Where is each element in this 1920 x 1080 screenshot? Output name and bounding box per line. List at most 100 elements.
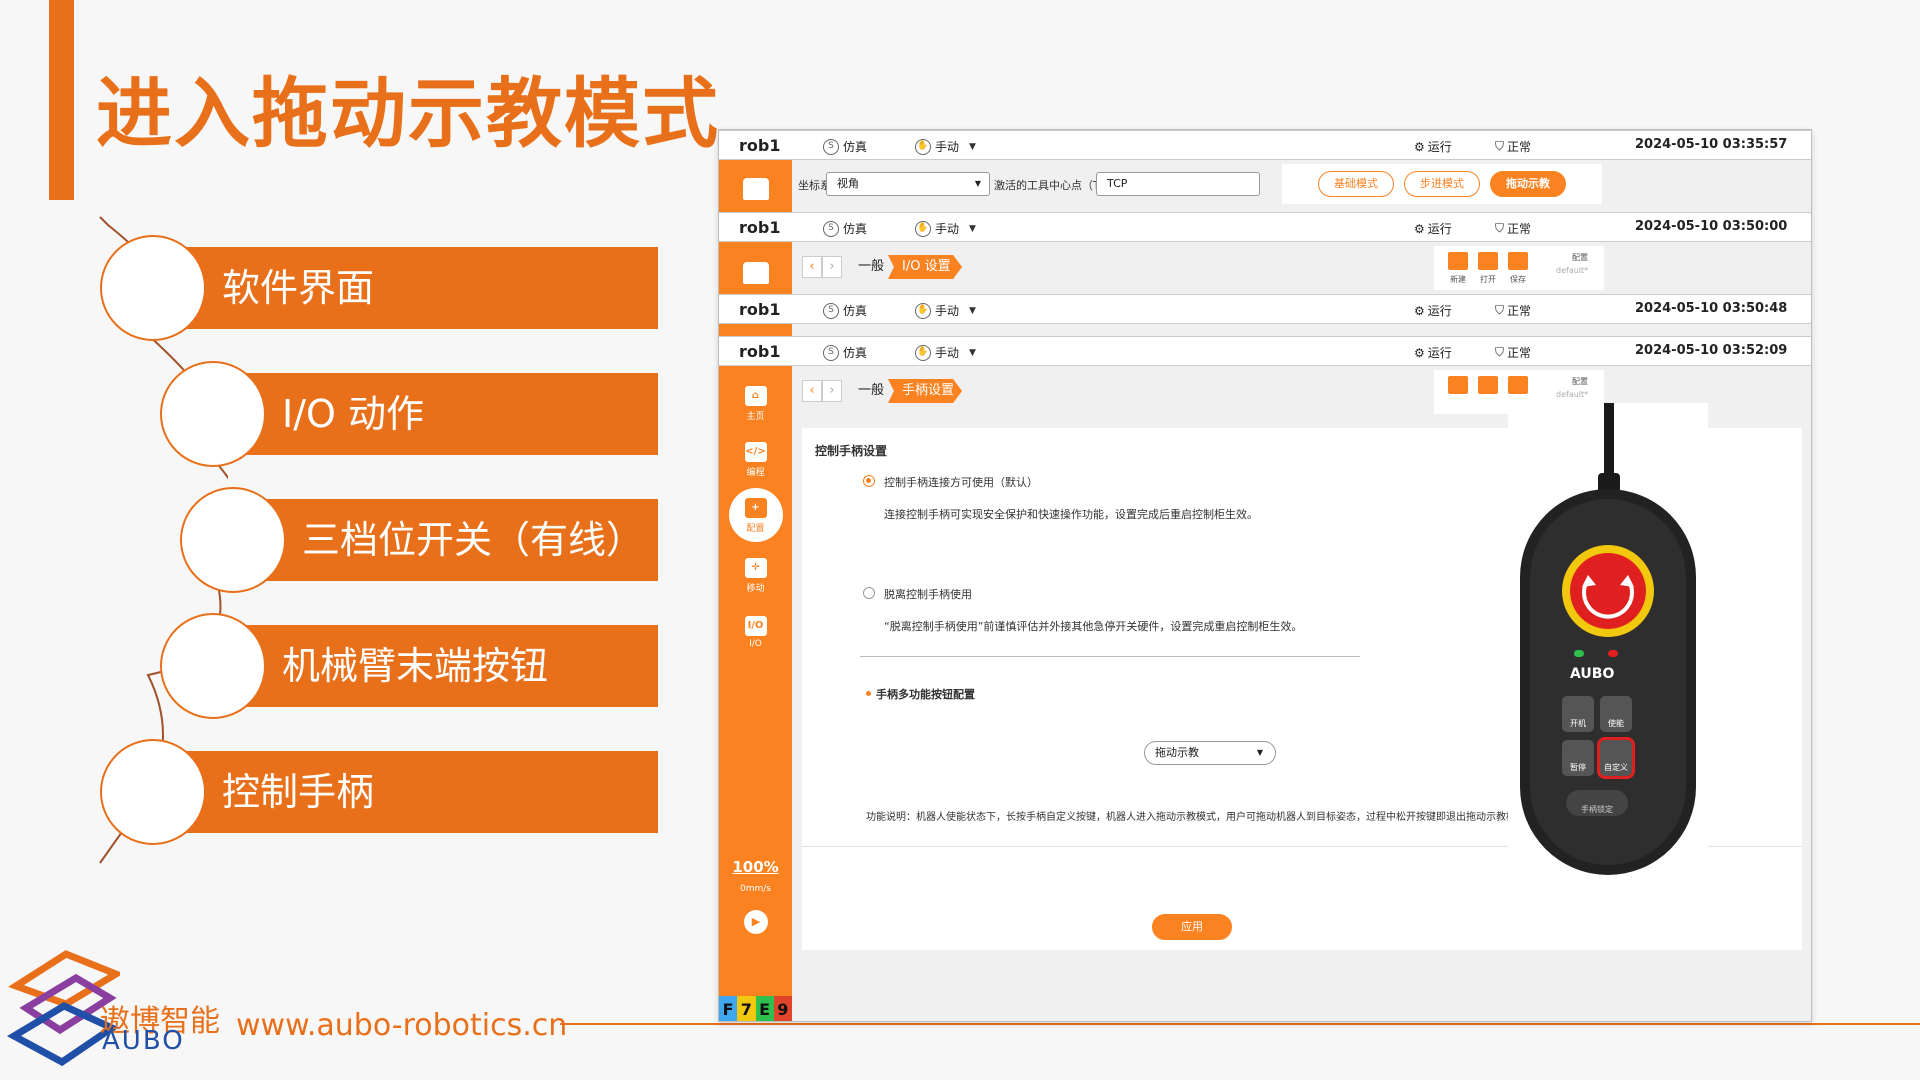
option-connected-desc: 连接控制手柄可实现安全保护和快速操作功能，设置完成后重启控制柜生效。 [884,508,1258,521]
io-icon: I/O [744,616,767,636]
mode-dropdown[interactable]: ✋ 手动 ▼ [915,302,976,319]
f-key[interactable]: 9 [773,996,792,1021]
nav-home[interactable]: ⌂ 主页 [719,386,792,422]
custom-button[interactable]: 自定义 [1597,737,1635,779]
robot-arm-icon: ⚙ [1414,303,1425,318]
mode-dropdown[interactable]: ✋ 手动 ▼ [915,220,976,237]
menu-item-end-button[interactable]: 机械臂末端按钮 [220,625,658,707]
new-config-icon[interactable] [1448,376,1468,394]
side-strip [719,160,792,212]
shield-icon: ⛉ [1495,303,1505,317]
enable-button[interactable]: 使能 [1600,696,1632,732]
chevron-down-icon: ▼ [969,141,976,152]
radio-connected[interactable] [863,475,875,487]
power-button[interactable]: 开机 [1562,696,1594,732]
brand-name-en: AUBO [102,1026,185,1056]
drag-teach-button[interactable]: 拖动示教 [1490,171,1566,197]
menu-bullet [180,487,286,593]
open-label: 打开 [1480,275,1496,284]
normal-status: ⛉ 正常 [1495,139,1532,154]
config-icon: + [744,498,767,518]
section-title: 控制手柄设置 [815,444,888,458]
option-detached-label[interactable]: 脱离控制手柄使用 [884,586,972,602]
bullet-dot [866,691,871,696]
nav-program[interactable]: </> 编程 [719,442,792,478]
nav-move[interactable]: ✛ 移动 [719,558,792,594]
sim-indicator[interactable]: S 仿真 [823,220,867,237]
status-led-green [1574,650,1584,657]
breadcrumb-io-settings[interactable]: I/O 设置 [888,255,962,279]
normal-status: ⛉ 正常 [1495,221,1532,236]
chevron-down-icon: ▼ [969,305,976,316]
hand-icon: ✋ [915,302,931,319]
forward-arrow-icon[interactable]: › [822,256,842,278]
coord-select[interactable]: 视角 ▼ [826,172,990,196]
breadcrumb-general[interactable]: 一般 [858,380,884,402]
mode-dropdown[interactable]: ✋ 手动 ▼ [915,344,976,361]
option-connected-label[interactable]: 控制手柄连接方可使用（默认） [884,474,1038,490]
breadcrumb-bar: ‹ › 一般 I/O 设置 新建 打开 保存 配置 default* [792,242,1811,294]
save-icon[interactable] [1508,252,1528,270]
save-label: 保存 [1510,275,1526,284]
config-label: 配置 [1572,253,1588,262]
config-value: default* [1556,390,1589,399]
robot-name: rob1 [739,218,781,237]
chevron-down-icon: ▼ [969,223,976,234]
chevron-down-icon: ▼ [974,179,981,188]
f-key[interactable]: 7 [737,996,756,1021]
timestamp: 2024-05-10 03:50:00 [1635,219,1788,234]
robot-name: rob1 [739,136,781,155]
tcp-field[interactable]: TCP [1096,172,1260,196]
normal-status: ⛉ 正常 [1495,345,1532,360]
mode-dropdown[interactable]: ✋ 手动 ▼ [915,138,976,155]
status-bar: rob1 S 仿真 ✋ 手动 ▼ ⚙ 运行 ⛉ 正常 2024-05-10 03:50:0… [719,212,1811,242]
nav-config[interactable]: + 配置 [719,498,792,534]
f-key-row: F 7 E 9 [719,996,792,1021]
f-key[interactable]: F [719,996,738,1021]
basic-mode-button[interactable]: 基础模式 [1318,171,1394,197]
menu-item-io[interactable]: I/O 动作 [220,373,658,455]
home-icon[interactable] [743,178,769,200]
open-folder-icon[interactable] [1478,376,1498,394]
speed-percent[interactable]: 100% [719,858,792,876]
back-arrow-icon[interactable]: ‹ [802,380,822,402]
radio-detached[interactable] [863,587,875,599]
run-status: ⚙ 运行 [1414,303,1452,319]
status-led-red [1608,650,1618,657]
status-bar: rob1 S 仿真 ✋ 手动 ▼ ⚙ 运行 ⛉ 正常 2024-05-10 03:50:4… [719,294,1811,324]
breadcrumb-handle-settings[interactable]: 手柄设置 [888,379,962,403]
lock-button[interactable]: 手柄锁定 [1566,790,1628,816]
step-mode-button[interactable]: 步进模式 [1404,171,1480,197]
timestamp: 2024-05-10 03:35:57 [1635,137,1788,152]
play-icon[interactable]: ▶ [744,910,768,934]
apply-button[interactable]: 应用 [1152,914,1232,940]
divider [860,656,1360,657]
sim-indicator[interactable]: S 仿真 [823,138,867,155]
menu-bullet [160,613,266,719]
sim-indicator[interactable]: S 仿真 [823,344,867,361]
website-link[interactable]: www.aubo-robotics.cn [236,1008,567,1043]
hand-icon: ✋ [915,344,931,361]
new-label: 新建 [1450,275,1466,284]
speed-unit: 0mm/s [740,884,771,894]
side-strip [719,242,792,294]
menu-item-pendant[interactable]: 控制手柄 [160,751,658,833]
home-icon[interactable] [743,262,769,284]
f-key[interactable]: E [755,996,774,1021]
multi-button-select[interactable]: 拖动示教 ▼ [1144,741,1276,765]
sim-icon: S [823,302,839,319]
menu-item-three-position-switch[interactable]: 三档位开关（有线） [240,499,658,581]
multi-button-title: 手柄多功能按钮配置 [876,688,975,701]
forward-arrow-icon[interactable]: › [822,380,842,402]
sim-indicator[interactable]: S 仿真 [823,302,867,319]
pause-button[interactable]: 暂停 [1562,740,1594,776]
menu-item-software[interactable]: 软件界面 [160,247,658,329]
back-arrow-icon[interactable]: ‹ [802,256,822,278]
hand-icon: ✋ [915,220,931,237]
menu-bullet [100,235,206,341]
open-folder-icon[interactable] [1478,252,1498,270]
save-icon[interactable] [1508,376,1528,394]
breadcrumb-general[interactable]: 一般 [858,256,884,278]
new-config-icon[interactable] [1448,252,1468,270]
nav-io[interactable]: I/O I/O [719,616,792,649]
